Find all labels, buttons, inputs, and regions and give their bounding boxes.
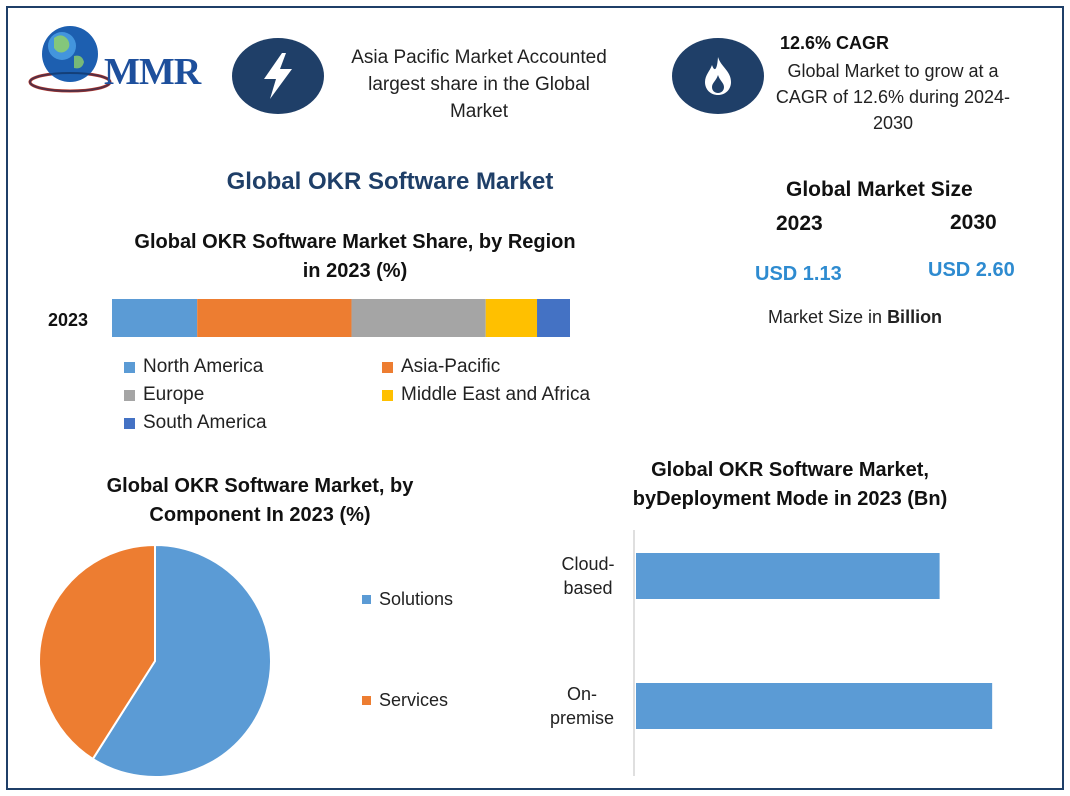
deployment-category-on-premise: On- premise xyxy=(542,682,622,730)
highlight-line: Market xyxy=(449,101,509,122)
highlight-line: largest share in the Global xyxy=(368,74,590,95)
chart-title-line: Global OKR Software Market, xyxy=(651,459,929,481)
chart-title-line: Component In 2023 (%) xyxy=(149,504,371,526)
category-line: premise xyxy=(549,708,615,728)
cagr-title: 12.6% CAGR xyxy=(780,33,890,53)
category-line: based xyxy=(563,578,613,598)
component-chart-title: Global OKR Software Market, by Component… xyxy=(60,472,460,530)
legend-item-europe: Europe xyxy=(124,384,204,406)
legend-label: Middle East and Africa xyxy=(401,384,591,405)
market-size-year-2030: 2030 xyxy=(950,211,997,234)
note-prefix: Market Size in xyxy=(768,307,883,327)
chart-title-line: Global OKR Software Market Share, by Reg… xyxy=(134,231,576,253)
globe-logo-icon xyxy=(24,16,116,101)
region-stacked-bar xyxy=(112,299,570,337)
chart-title-line: byDeployment Mode in 2023 (Bn) xyxy=(632,488,948,510)
bar-segment-south-america xyxy=(537,299,570,337)
legend-swatch xyxy=(382,361,393,373)
highlight-cagr: Global Market to grow at a CAGR of 12.6%… xyxy=(760,58,1026,136)
legend-item-middle-east-africa: Middle East and Africa xyxy=(382,384,590,406)
bar-segment-asia-pacific xyxy=(197,299,352,337)
legend-swatch xyxy=(124,361,135,373)
legend-swatch xyxy=(124,417,135,429)
market-size-year-2023: 2023 xyxy=(776,212,823,235)
highlight-line: Global Market to grow at a xyxy=(787,61,999,81)
market-size-value-2023: USD 1.13 xyxy=(755,263,842,285)
legend-item-north-america: North America xyxy=(124,356,263,378)
region-bar-category-label: 2023 xyxy=(48,310,89,330)
legend-swatch xyxy=(124,389,135,401)
legend-item-south-america: South America xyxy=(124,412,267,434)
legend-label: Asia-Pacific xyxy=(401,356,501,377)
highlight-line: 2030 xyxy=(872,113,914,133)
deployment-chart-title: Global OKR Software Market, byDeployment… xyxy=(600,456,980,514)
market-size-title: Global Market Size xyxy=(786,178,973,201)
highlight-line: Asia Pacific Market Accounted xyxy=(351,47,607,68)
chart-title-line: in 2023 (%) xyxy=(302,260,408,282)
bar-segment-europe xyxy=(351,299,486,337)
legend-swatch xyxy=(382,389,393,401)
legend-item-asia-pacific: Asia-Pacific xyxy=(382,356,500,378)
highlight-asia-pacific: Asia Pacific Market Accounted largest sh… xyxy=(334,44,624,125)
region-legend: North America Asia-Pacific Europe Middle… xyxy=(124,356,624,440)
page-title: Global OKR Software Market xyxy=(226,168,554,195)
region-chart-title: Global OKR Software Market Share, by Reg… xyxy=(100,228,610,286)
market-size-value-2030: USD 2.60 xyxy=(928,259,1015,281)
deployment-bar-cloud-based xyxy=(636,553,940,599)
legend-label: North America xyxy=(143,356,264,377)
logo-wordmark: MMR xyxy=(104,51,201,93)
deployment-bar-chart xyxy=(633,530,993,776)
deployment-bar-on-premise xyxy=(636,683,993,729)
market-size-unit-note: Market Size in Billion xyxy=(768,307,942,328)
note-unit: Billion xyxy=(887,307,943,327)
highlight-line: CAGR of 12.6% during 2024- xyxy=(775,87,1011,107)
bar-segment-north-america xyxy=(112,299,198,337)
lightning-icon xyxy=(232,38,324,114)
legend-swatch xyxy=(362,595,371,604)
legend-label: Europe xyxy=(143,384,205,405)
legend-swatch xyxy=(362,696,371,705)
legend-label: Solutions xyxy=(379,589,454,609)
category-line: Cloud- xyxy=(561,554,615,574)
bar-segment-middle-east-and-africa xyxy=(485,299,538,337)
category-line: On- xyxy=(566,684,597,704)
legend-label: South America xyxy=(143,412,267,433)
deployment-category-cloud: Cloud- based xyxy=(548,552,628,600)
chart-title-line: Global OKR Software Market, by xyxy=(106,475,414,497)
legend-item-services: Services xyxy=(362,690,448,711)
flame-icon xyxy=(672,38,764,114)
legend-item-solutions: Solutions xyxy=(362,589,453,610)
legend-label: Services xyxy=(379,690,449,710)
component-pie-chart xyxy=(38,543,272,778)
